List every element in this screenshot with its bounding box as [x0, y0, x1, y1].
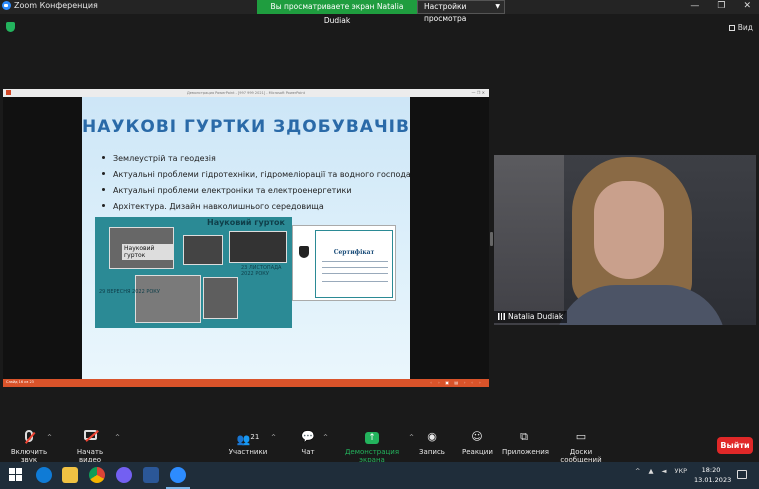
- share-options-caret[interactable]: ^: [409, 434, 414, 441]
- collage-photo: Науковий гурток: [109, 227, 174, 269]
- notifications-icon[interactable]: [737, 470, 747, 479]
- participant-name-tag: Natalia Dudiak: [494, 311, 568, 323]
- reactions-button[interactable]: ☺ Реакции: [462, 430, 493, 456]
- unmute-button[interactable]: Включить звук ^: [4, 430, 54, 464]
- whiteboards-button[interactable]: ▭ Доски сообщений: [552, 430, 610, 464]
- chrome-icon[interactable]: [89, 467, 105, 483]
- leave-meeting-button[interactable]: Выйти: [717, 437, 753, 454]
- camera-off-icon: [83, 430, 97, 440]
- participants-icon: 👥: [236, 433, 251, 446]
- ppt-title-bar: Демонстрация PowerPoint - [997 999 2021]…: [3, 89, 489, 97]
- tray-chevron-icon[interactable]: ^: [635, 467, 640, 475]
- collage-photo: [183, 235, 223, 265]
- chat-icon: 💬: [301, 430, 315, 443]
- share-screen-button[interactable]: ↑ Демонстрация экрана ^: [334, 430, 414, 464]
- collage-photo: [135, 275, 201, 323]
- start-video-button[interactable]: Начать видео ^: [66, 430, 120, 464]
- apps-label: Приложения: [502, 448, 549, 456]
- collage-caption-right: 23 ЛИСТОПАДА 2022 РОКУ: [241, 265, 282, 277]
- system-tray: ^ ▲ ◄ УКР: [635, 467, 687, 475]
- certificate-image: Сертифікат: [292, 225, 396, 301]
- powerpoint-icon: [6, 90, 11, 95]
- photo-collage: Науковий гурток Науковий гурток 29 ВЕРЕС…: [95, 217, 292, 328]
- collage-photo: [229, 231, 287, 263]
- window-title: Zoom Конференция: [14, 1, 98, 10]
- ppt-slide-counter: Слайд 16 из 23: [6, 380, 34, 384]
- zoom-taskbar-icon[interactable]: [170, 467, 186, 483]
- record-label: Запись: [419, 448, 445, 456]
- slide-title: НАУКОВІ ГУРТКИ ЗДОБУВАЧІВ: [82, 117, 410, 137]
- volume-icon[interactable]: ◄: [662, 467, 667, 475]
- certificate-seal-icon: [299, 246, 309, 258]
- apps-button[interactable]: ⧉ Приложения: [502, 430, 549, 456]
- bullet-item: Актуальні проблеми електроніки та електр…: [102, 186, 407, 202]
- chevron-down-icon: ▼: [495, 3, 500, 10]
- meeting-toolbar: Включить звук ^ Начать видео ^ 👥21 Участ…: [0, 428, 759, 464]
- collage-photo-label: Науковий гурток: [122, 244, 173, 260]
- participants-count: 21: [250, 433, 260, 441]
- grid-view-icon: [728, 25, 735, 31]
- participant-name: Natalia Dudiak: [508, 312, 564, 321]
- panel-resize-handle[interactable]: [490, 232, 493, 246]
- view-options-dropdown[interactable]: Настройки просмотра ▼: [417, 0, 505, 23]
- close-button[interactable]: ✕: [743, 0, 751, 14]
- certificate-title: Сертифікат: [333, 249, 375, 256]
- collage-heading: Науковий гурток: [207, 218, 285, 227]
- chat-options-caret[interactable]: ^: [323, 434, 328, 441]
- shared-screen: Демонстрация PowerPoint - [997 999 2021]…: [3, 89, 489, 387]
- signal-icon: [498, 313, 505, 320]
- view-options-label: Настройки просмотра: [424, 2, 467, 23]
- ppt-view-buttons: ◦ ◦ ▣ ▤ ◦ ◦ ◦: [430, 380, 483, 385]
- participant-video[interactable]: Natalia Dudiak: [494, 155, 756, 325]
- microphone-muted-icon: [25, 430, 33, 442]
- presentation-slide: НАУКОВІ ГУРТКИ ЗДОБУВАЧІВ Землеустрій та…: [82, 97, 410, 379]
- zoom-logo-icon: [2, 1, 11, 10]
- whiteboard-icon: ▭: [575, 430, 587, 443]
- share-screen-icon: ↑: [365, 432, 379, 444]
- view-button[interactable]: Вид: [728, 23, 753, 32]
- restore-button[interactable]: ❐: [717, 0, 725, 14]
- record-button[interactable]: ◉ Запись: [418, 430, 446, 456]
- clock-time: 18:20: [701, 466, 721, 474]
- zoom-window: Zoom Конференция Вы просматриваете экран…: [0, 0, 759, 489]
- participants-label: Участники: [228, 448, 268, 456]
- window-controls: — ❐ ✕: [690, 0, 751, 14]
- reactions-label: Реакции: [462, 448, 493, 456]
- bullet-item: Архітектура. Дизайн навколишнього середо…: [102, 202, 407, 218]
- language-indicator[interactable]: УКР: [675, 467, 688, 475]
- bullet-item: Актуальні проблеми гідротехніки, гідроме…: [102, 170, 410, 186]
- view-button-label: Вид: [737, 23, 753, 32]
- taskbar-clock[interactable]: 18:20 13.01.2023: [694, 465, 732, 485]
- share-banner: Вы просматриваете экран Natalia Dudiak: [257, 0, 417, 25]
- title-bar: Zoom Конференция Вы просматриваете экран…: [0, 0, 759, 25]
- file-explorer-icon[interactable]: [62, 467, 78, 483]
- chat-button[interactable]: 💬 Чат ^: [296, 430, 328, 456]
- slide-bullets: Землеустрій та геодезія Актуальні пробле…: [102, 154, 410, 218]
- viber-icon[interactable]: [116, 467, 132, 483]
- certificate-frame: Сертифікат: [315, 230, 393, 298]
- windows-taskbar: ^ ▲ ◄ УКР 18:20 13.01.2023: [0, 462, 759, 489]
- participants-button[interactable]: 👥21 Участники ^: [228, 430, 276, 456]
- encryption-shield-icon[interactable]: [6, 22, 15, 32]
- video-options-caret[interactable]: ^: [115, 434, 120, 441]
- ppt-status-bar: Слайд 16 из 23 ◦ ◦ ▣ ▤ ◦ ◦ ◦: [3, 379, 489, 387]
- ppt-window-controls: — ❐ ✕: [471, 90, 485, 95]
- participants-options-caret[interactable]: ^: [271, 434, 276, 441]
- word-icon[interactable]: [143, 467, 159, 483]
- collage-photo: [203, 277, 238, 319]
- audio-options-caret[interactable]: ^: [47, 434, 52, 441]
- network-icon[interactable]: ▲: [649, 467, 654, 475]
- bullet-item: Землеустрій та геодезія: [102, 154, 407, 170]
- reactions-icon: ☺: [471, 430, 483, 443]
- edge-icon[interactable]: [36, 467, 52, 483]
- apps-icon: ⧉: [520, 430, 528, 443]
- chat-label: Чат: [301, 448, 315, 456]
- record-icon: ◉: [427, 430, 437, 443]
- windows-start-icon[interactable]: [8, 467, 24, 483]
- clock-date: 13.01.2023: [694, 476, 732, 484]
- minimize-button[interactable]: —: [690, 0, 699, 14]
- ppt-window-title: Демонстрация PowerPoint - [997 999 2021]…: [187, 91, 305, 95]
- collage-caption-left: 29 ВЕРЕСНЯ 2022 РОКУ: [99, 289, 160, 295]
